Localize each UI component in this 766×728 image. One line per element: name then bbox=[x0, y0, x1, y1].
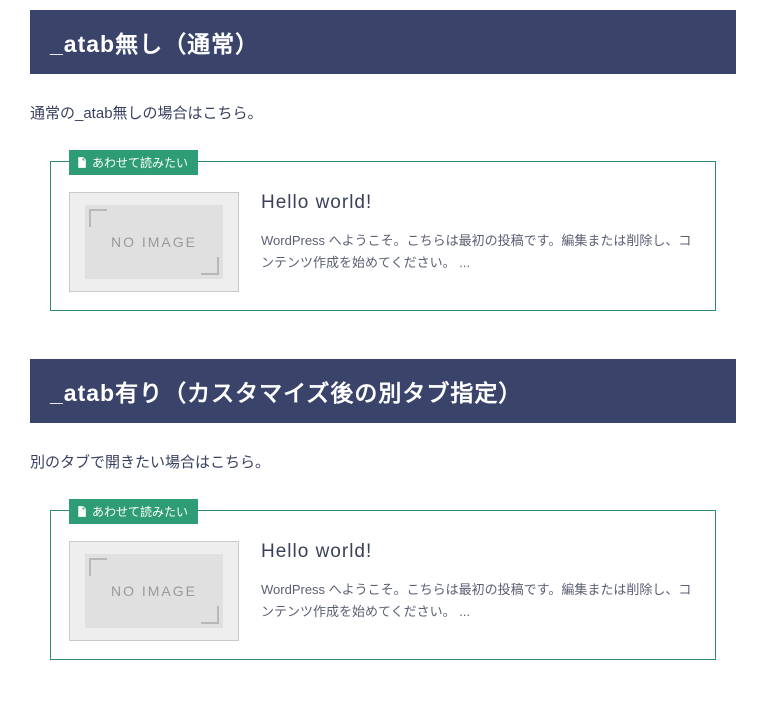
document-icon bbox=[75, 156, 88, 169]
related-badge: あわせて読みたい bbox=[69, 150, 198, 175]
no-image-text: NO IMAGE bbox=[111, 583, 197, 599]
no-image-text: NO IMAGE bbox=[111, 234, 197, 250]
card-excerpt: WordPress へようこそ。こちらは最初の投稿です。編集または削除し、コンテ… bbox=[261, 230, 697, 274]
related-badge: あわせて読みたい bbox=[69, 499, 198, 524]
related-card[interactable]: あわせて読みたい NO IMAGE Hello world! WordPress… bbox=[50, 510, 716, 660]
card-body: Hello world! WordPress へようこそ。こちらは最初の投稿です… bbox=[261, 541, 697, 641]
card-excerpt: WordPress へようこそ。こちらは最初の投稿です。編集または削除し、コンテ… bbox=[261, 579, 697, 623]
card-title: Hello world! bbox=[261, 192, 697, 214]
no-image-thumbnail: NO IMAGE bbox=[69, 192, 239, 292]
section-heading: _atab無し（通常） bbox=[30, 10, 736, 74]
related-card[interactable]: あわせて読みたい NO IMAGE Hello world! WordPress… bbox=[50, 161, 716, 311]
card-title: Hello world! bbox=[261, 541, 697, 563]
section-heading: _atab有り（カスタマイズ後の別タブ指定） bbox=[30, 359, 736, 423]
no-image-thumbnail: NO IMAGE bbox=[69, 541, 239, 641]
section-text: 通常の_atab無しの場合はこちら。 bbox=[30, 102, 736, 123]
card-body: Hello world! WordPress へようこそ。こちらは最初の投稿です… bbox=[261, 192, 697, 292]
related-badge-label: あわせて読みたい bbox=[92, 154, 188, 171]
document-icon bbox=[75, 505, 88, 518]
related-card-wrapper: あわせて読みたい NO IMAGE Hello world! WordPress… bbox=[30, 510, 736, 660]
section-text: 別のタブで開きたい場合はこちら。 bbox=[30, 451, 736, 472]
related-badge-label: あわせて読みたい bbox=[92, 503, 188, 520]
related-card-wrapper: あわせて読みたい NO IMAGE Hello world! WordPress… bbox=[30, 161, 736, 311]
